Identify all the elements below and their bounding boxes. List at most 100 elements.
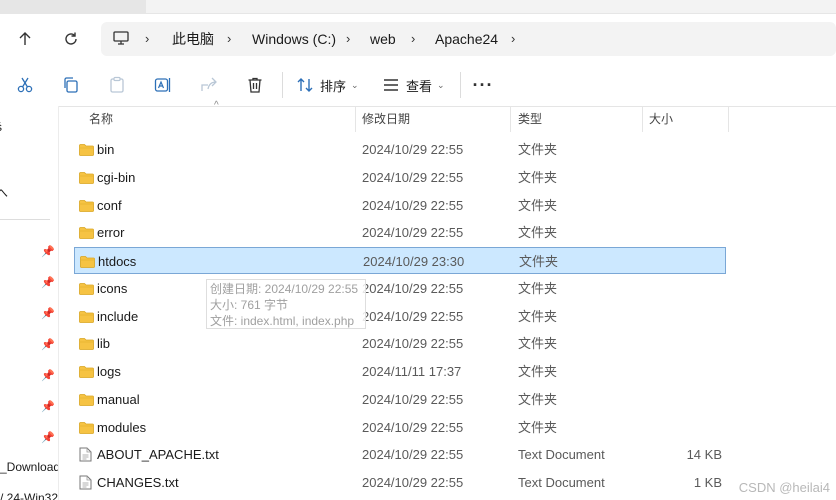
file-type: Text Document	[518, 475, 605, 490]
rename-button[interactable]	[152, 74, 174, 96]
nav-item-downloads[interactable]: _Download	[0, 460, 58, 474]
column-divider[interactable]	[728, 106, 729, 132]
breadcrumb-item-web[interactable]: web	[370, 22, 396, 56]
file-type: 文件夹	[518, 280, 558, 296]
file-type: 文件夹	[518, 364, 558, 379]
delete-button[interactable]	[244, 74, 266, 96]
file-modified: 2024/10/29 22:55	[362, 142, 464, 157]
chevron-right-icon: ›	[145, 31, 150, 46]
paste-button[interactable]	[106, 74, 128, 96]
file-row[interactable]: htdocs 2024/10/29 23:30 文件夹	[74, 247, 726, 274]
breadcrumb[interactable]: › 此电脑 › Windows (C:) › web › Apache24 ›	[101, 22, 836, 56]
pin-icon: 📌	[41, 308, 55, 320]
rename-icon	[154, 78, 171, 92]
file-modified: 2024/10/29 22:55	[362, 308, 464, 324]
nav-item-partial[interactable]: へ	[0, 184, 8, 201]
view-button[interactable]: 查看 ⌄	[382, 74, 445, 96]
file-type: 文件夹	[518, 419, 558, 435]
tab-strip	[0, 0, 836, 14]
column-header-name[interactable]: 名称	[89, 106, 349, 132]
file-name: CHANGES.txt	[97, 475, 179, 490]
file-row[interactable]: error 2024/10/29 22:55 文件夹	[74, 219, 726, 246]
share-icon	[201, 77, 217, 91]
file-name: ABOUT_APACHE.txt	[97, 447, 219, 463]
copy-button[interactable]	[60, 74, 82, 96]
more-options-button[interactable]: ···	[472, 74, 494, 96]
file-row[interactable]: manual 2024/10/29 22:55 文件夹	[74, 386, 726, 413]
file-row[interactable]: bin 2024/10/29 22:55 文件夹	[74, 136, 726, 163]
sort-button[interactable]: 排序 ⌄	[296, 74, 359, 96]
file-row[interactable]: modules 2024/10/29 22:55 文件夹	[74, 414, 726, 441]
file-row[interactable]: lib 2024/10/29 22:55 文件夹	[74, 330, 726, 357]
file-row[interactable]: include 2024/10/29 22:55 文件夹	[74, 303, 726, 330]
file-row[interactable]: CHANGES.txt 2024/10/29 22:55 Text Document…	[74, 469, 726, 496]
sort-icon	[297, 78, 313, 92]
file-type: 文件夹	[518, 336, 558, 352]
file-type: 文件夹	[518, 308, 558, 324]
view-icon	[384, 79, 398, 91]
file-name: bin	[97, 142, 115, 157]
file-name: manual	[97, 391, 140, 407]
tooltip-size: 大小: 761 字节	[210, 298, 289, 312]
folder-icon	[79, 421, 94, 437]
file-name: modules	[97, 419, 147, 435]
file-type: 文件夹	[518, 225, 558, 241]
cut-button[interactable]	[14, 74, 36, 96]
file-row[interactable]: logs 2024/11/11 17:37 文件夹	[74, 358, 726, 385]
sort-label: 排序	[320, 78, 347, 94]
cut-icon	[17, 77, 33, 93]
pin-icon: 📌	[41, 432, 55, 444]
file-name: icons	[97, 280, 128, 296]
copy-icon	[64, 77, 78, 93]
folder-icon	[79, 143, 94, 159]
navigation-pane: ś へ 📌 📌 📌 📌 📌 📌 📌 _Download / 24-Win32	[0, 106, 59, 500]
file-modified: 2024/11/11 17:37	[362, 364, 462, 379]
refresh-icon	[65, 32, 77, 45]
delete-icon	[248, 77, 262, 93]
file-row[interactable]: conf 2024/10/29 22:55 文件夹	[74, 192, 726, 219]
tooltip-created: 创建日期: 2024/10/29 22:55	[210, 282, 359, 296]
pin-icon: 📌	[41, 370, 55, 382]
nav-divider	[0, 219, 50, 220]
share-button[interactable]	[198, 74, 220, 96]
hover-tooltip: 创建日期: 2024/10/29 22:55 大小: 761 字节 文件: in…	[206, 279, 366, 329]
breadcrumb-item-this-pc[interactable]: 此电脑	[172, 22, 214, 56]
file-name: htdocs	[98, 254, 137, 269]
file-size: 14 KB	[686, 447, 722, 463]
column-header-size[interactable]: 大小	[649, 106, 719, 132]
file-name: include	[97, 308, 139, 324]
active-tab[interactable]	[146, 0, 836, 13]
folder-icon	[79, 393, 94, 409]
file-type: 文件夹	[518, 391, 558, 407]
nav-item-partial[interactable]: / 24-Win32	[0, 491, 58, 500]
back-button[interactable]	[14, 28, 36, 50]
chevron-down-icon: ⌄	[351, 79, 359, 90]
column-divider[interactable]	[510, 106, 511, 132]
file-modified: 2024/10/29 22:55	[362, 225, 464, 241]
column-divider[interactable]	[642, 106, 643, 132]
chevron-right-icon[interactable]: ›	[511, 22, 515, 56]
watermark: CSDN @heilai4	[738, 480, 830, 495]
pin-icon: 📌	[41, 246, 55, 258]
pin-icon: 📌	[41, 339, 55, 351]
more-icon: ···	[472, 74, 494, 95]
file-row[interactable]: ABOUT_APACHE.txt 2024/10/29 22:55 Text Doc…	[74, 441, 726, 468]
breadcrumb-item-apache24[interactable]: Apache24	[435, 22, 498, 56]
chevron-right-icon: ›	[346, 31, 351, 46]
column-header-modified[interactable]: 修改日期	[362, 106, 502, 132]
view-label: 查看	[406, 78, 433, 94]
column-header-type[interactable]: 类型	[518, 106, 638, 132]
file-row[interactable]: cgi-bin 2024/10/29 22:55 文件夹	[74, 164, 726, 191]
chevron-right-icon: ›	[411, 31, 416, 46]
breadcrumb-item-drive-c[interactable]: Windows (C:)	[252, 22, 336, 56]
nav-item-partial[interactable]: ś	[0, 120, 2, 134]
text-file-icon	[79, 475, 92, 493]
refresh-button[interactable]	[60, 28, 82, 50]
file-row[interactable]: icons 2024/10/29 22:55 文件夹	[74, 275, 726, 302]
file-modified: 2024/10/29 22:55	[362, 336, 464, 352]
file-type: 文件夹	[518, 142, 558, 157]
file-name: cgi-bin	[97, 169, 136, 185]
column-divider[interactable]	[355, 106, 356, 132]
toolbar-divider	[460, 72, 461, 98]
pin-icon: 📌	[41, 401, 55, 413]
